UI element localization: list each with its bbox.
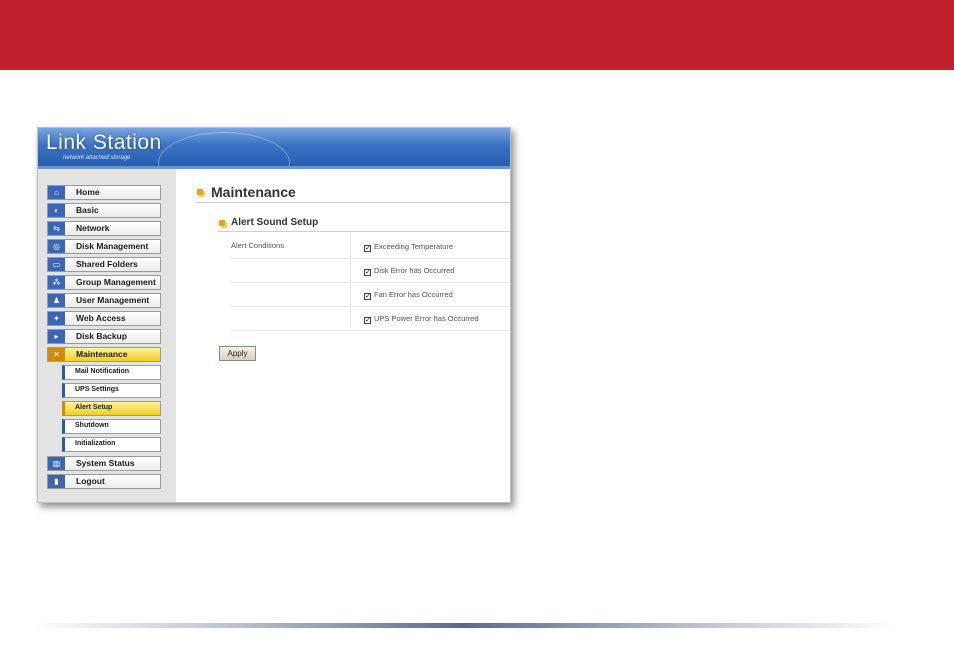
linkstation-window: Link Station network attached storage ⌂ …: [37, 127, 511, 503]
app-logo: Link Station: [46, 131, 162, 154]
main-content: Maintenance Alert Sound Setup Alert Cond…: [176, 169, 510, 502]
basic-icon: ◐: [48, 204, 65, 217]
folder-icon: ▭: [48, 258, 65, 271]
title-divider: [196, 202, 510, 203]
option-label: UPS Power Error has Occurred: [374, 314, 479, 323]
group-icon: ⁂: [48, 276, 65, 289]
sidebar-subitem-alert-setup[interactable]: Alert Setup: [62, 401, 161, 416]
option-ups-power-error: ✓ UPS Power Error has Occurred: [364, 314, 479, 324]
alert-conditions-label: Alert Conditions: [231, 241, 284, 250]
sidebar-item-label: Group Management: [76, 277, 156, 287]
sidebar-subitem-label: UPS Settings: [75, 386, 119, 393]
sidebar-subitem-initialization[interactable]: Initialization: [62, 437, 161, 452]
app-logo-tagline: network attached storage: [63, 155, 131, 161]
user-icon: ♟: [48, 294, 65, 307]
sidebar-item-label: Network: [76, 223, 110, 233]
option-exceeding-temperature: ✓ Exceeding Temperature: [364, 242, 454, 252]
sidebar-item-label: Logout: [76, 476, 105, 486]
sidebar-item-label: Basic: [76, 205, 99, 215]
sidebar-item-label: Maintenance: [76, 349, 128, 359]
section-bullet-icon: [219, 220, 225, 226]
sidebar-item-user-management[interactable]: ♟ User Management: [47, 293, 161, 308]
sidebar-item-label: Disk Management: [76, 241, 149, 251]
row-divider: [231, 258, 510, 259]
app-header: Link Station network attached storage: [38, 128, 510, 194]
sidebar-item-disk-backup[interactable]: ▸ Disk Backup: [47, 329, 161, 344]
sidebar-item-label: User Management: [76, 295, 150, 305]
sidebar-item-home[interactable]: ⌂ Home: [47, 185, 161, 200]
option-disk-error: ✓ Disk Error has Occurred: [364, 266, 455, 276]
ups-power-error-checkbox[interactable]: ✓: [364, 317, 371, 324]
sidebar-item-label: Shared Folders: [76, 259, 138, 269]
section-divider: [218, 231, 510, 232]
sidebar-item-system-status[interactable]: ▥ System Status: [47, 456, 161, 471]
home-icon: ⌂: [48, 186, 65, 199]
bottom-decorative-line: [30, 623, 900, 628]
web-icon: ✦: [48, 312, 65, 325]
sidebar-item-shared-folders[interactable]: ▭ Shared Folders: [47, 257, 161, 272]
option-fan-error: ✓ Fan Error has Occurred: [364, 290, 453, 300]
logout-icon: ▮: [48, 475, 65, 488]
sidebar-subitem-shutdown[interactable]: Shutdown: [62, 419, 161, 434]
disk-error-checkbox[interactable]: ✓: [364, 269, 371, 276]
disk-icon: ◎: [48, 240, 65, 253]
sidebar-subitem-label: Shutdown: [75, 422, 109, 429]
sidebar-item-group-management[interactable]: ⁂ Group Management: [47, 275, 161, 290]
page-title: Maintenance: [211, 184, 296, 200]
exceeding-temperature-checkbox[interactable]: ✓: [364, 245, 371, 252]
sidebar-subitem-ups-settings[interactable]: UPS Settings: [62, 383, 161, 398]
sidebar-item-label: Disk Backup: [76, 331, 128, 341]
tools-icon: ✕: [48, 348, 65, 361]
row-divider: [231, 282, 510, 283]
sidebar-item-label: Web Access: [76, 313, 126, 323]
status-icon: ▥: [48, 457, 65, 470]
sidebar-item-web-access[interactable]: ✦ Web Access: [47, 311, 161, 326]
sidebar-item-logout[interactable]: ▮ Logout: [47, 474, 161, 489]
option-label: Fan Error has Occurred: [374, 290, 453, 299]
sidebar: ⌂ Home ◐ Basic ⇆ Network ◎ Disk Manageme…: [38, 169, 176, 502]
sidebar-subitem-label: Alert Setup: [75, 404, 113, 411]
network-icon: ⇆: [48, 222, 65, 235]
sidebar-item-basic[interactable]: ◐ Basic: [47, 203, 161, 218]
apply-button[interactable]: Apply: [219, 346, 256, 361]
option-label: Exceeding Temperature: [374, 242, 454, 251]
title-bullet-icon: [197, 189, 203, 195]
sidebar-subitem-label: Initialization: [75, 440, 116, 447]
sidebar-item-label: System Status: [76, 458, 135, 468]
sidebar-item-label: Home: [76, 187, 100, 197]
row-divider: [231, 306, 510, 307]
row-divider: [231, 330, 510, 331]
sidebar-subitem-label: Mail Notification: [75, 368, 130, 375]
fan-error-checkbox[interactable]: ✓: [364, 293, 371, 300]
top-banner: [0, 0, 954, 70]
section-title: Alert Sound Setup: [231, 217, 319, 228]
column-divider: [350, 232, 351, 328]
sidebar-subitem-mail-notification[interactable]: Mail Notification: [62, 365, 161, 380]
sidebar-item-network[interactable]: ⇆ Network: [47, 221, 161, 236]
sidebar-item-maintenance[interactable]: ✕ Maintenance: [47, 347, 161, 362]
backup-icon: ▸: [48, 330, 65, 343]
option-label: Disk Error has Occurred: [374, 266, 455, 275]
sidebar-item-disk-management[interactable]: ◎ Disk Management: [47, 239, 161, 254]
